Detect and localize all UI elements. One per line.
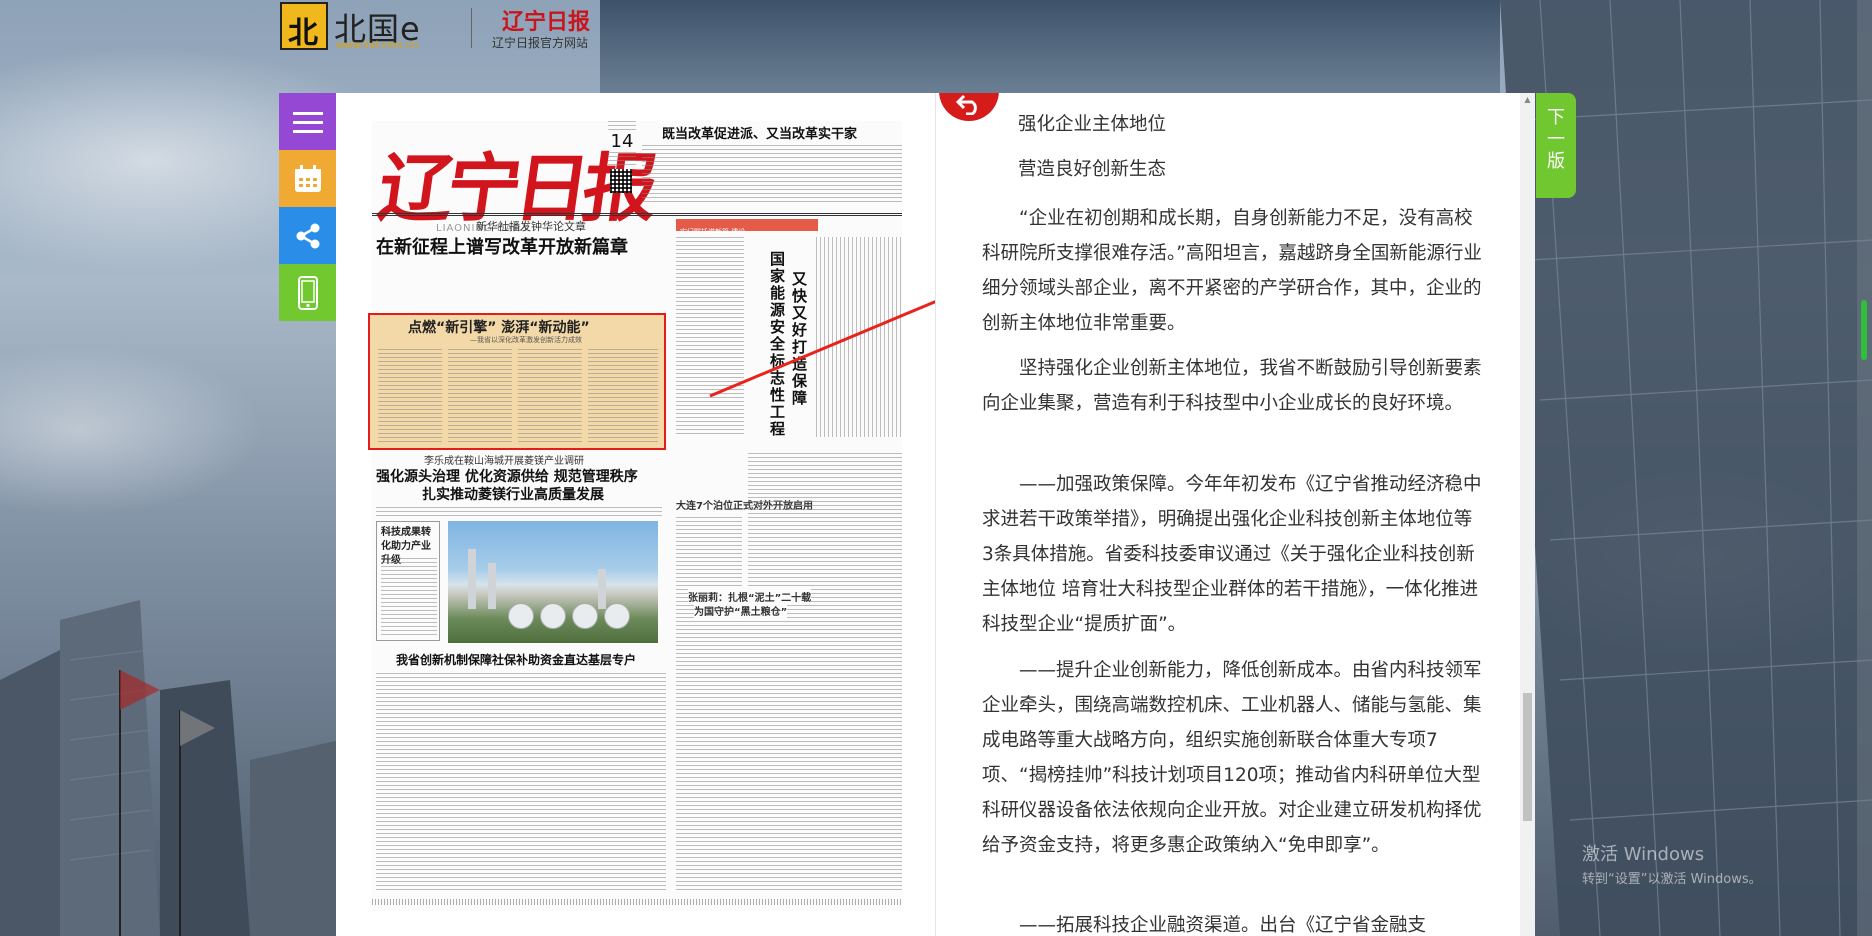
- next-edition-label: 下: [1547, 107, 1565, 128]
- watermark-line-1: 激活 Windows: [1582, 844, 1705, 865]
- article-headline[interactable]: 我省创新机制保障社保补助资金直达基层专户: [396, 651, 636, 668]
- article-text-block: [816, 237, 902, 437]
- sidebar-article-box[interactable]: 科技成果转化助力产业升级: [376, 521, 440, 641]
- paper-logo[interactable]: 辽宁日报: [502, 4, 590, 36]
- qr-code-icon: [610, 169, 632, 193]
- site-logo-url: www.lnd.com.cn: [336, 40, 418, 51]
- site-logo-mark[interactable]: 北: [280, 2, 328, 51]
- article-kicker: 李乐成在鞍山海城开展菱镁产业调研: [424, 456, 584, 467]
- section-banner: 牢记嘱托谱新篇 建设: [676, 219, 818, 236]
- article-headline[interactable]: 在新征程上谱写改革开放新篇章: [376, 233, 628, 259]
- article-paragraph: ——拓展科技企业融资渠道。出台《辽宁省金融支: [1019, 915, 1427, 936]
- article-headline[interactable]: 既当改革促进派、又当改革实干家: [662, 123, 857, 142]
- issue-day: 14: [610, 131, 634, 152]
- reader-scrollbar[interactable]: ▲: [1520, 93, 1535, 936]
- menu-icon: [292, 111, 323, 133]
- highlighted-article[interactable]: 点燃“新引擎” 澎湃“新动能” —我省以深化改革激发创新活力成效: [368, 313, 666, 450]
- article-text-block: [676, 621, 902, 891]
- article-subheading: 营造良好创新生态: [1018, 159, 1167, 180]
- tool-sidebar: [279, 93, 336, 321]
- share-icon: [296, 223, 319, 248]
- next-edition-button[interactable]: 下 一 版: [1536, 93, 1576, 198]
- share-button[interactable]: [279, 207, 336, 264]
- article-paragraph: “企业在初创期和成长期，自身创新能力不足，没有高校科研院所支撑很难存活。”高阳坦…: [982, 208, 1482, 334]
- scrollbar-thumb[interactable]: [1523, 693, 1532, 821]
- window-scrollbar-thumb[interactable]: [1861, 300, 1867, 360]
- logo-divider: [471, 8, 472, 48]
- newspaper-page-image: 辽宁日报 LIAONING DAILY 14 既当改革促进派、又当改革实干家 新…: [368, 121, 902, 911]
- back-button[interactable]: [939, 93, 999, 121]
- paper-logo-subtitle: 辽宁日报官方网站: [492, 36, 589, 50]
- next-edition-label: 版: [1547, 151, 1565, 172]
- calendar-button[interactable]: [279, 150, 336, 207]
- article-text-block: [376, 507, 662, 517]
- rule-line: [372, 215, 902, 216]
- page-footer: [372, 899, 902, 905]
- article-paragraph: 坚持强化企业创新主体地位，我省不断鼓励引导创新要素向企业集聚，营造有利于科技型中…: [982, 358, 1482, 414]
- article-text-block: [448, 349, 512, 443]
- windows-activation-watermark: 激活 Windows 转到“设置”以激活 Windows。: [1582, 840, 1762, 887]
- background-building-top: [600, 0, 1500, 95]
- rule-line: [372, 213, 902, 214]
- article-text-block: [642, 145, 902, 205]
- article-text-block: [676, 237, 744, 437]
- article-headline[interactable]: 强化源头治理 优化资源供给 规范管理秩序: [376, 466, 638, 486]
- article-paragraph: ——加强政策保障。今年年初发布《辽宁省推动经济稳中求进若干政策举措》，明确提出强…: [982, 474, 1482, 635]
- article-headline-vertical[interactable]: 又快又好打造保障: [792, 271, 810, 407]
- article-text-block: [381, 558, 437, 638]
- site-header: 北 北国e www.lnd.com.cn 辽宁日报 辽宁日报官方网站: [280, 0, 620, 56]
- article-headline[interactable]: 扎实推动菱镁行业高质量发展: [422, 484, 604, 504]
- reader-divider: [935, 93, 936, 936]
- article-kicker: 新华社播发钟华论文章: [476, 220, 586, 233]
- article-text-block: [376, 673, 666, 891]
- watermark-line-2: 转到“设置”以激活 Windows。: [1582, 872, 1762, 887]
- article-text-block: [378, 349, 442, 443]
- article-reader-panel[interactable]: 强化企业主体地位 营造良好创新生态 “企业在初创期和成长期，自身创新能力不足，没…: [935, 93, 1535, 936]
- article-paragraph: ——提升企业创新能力，降低创新成本。由省内科技领军企业牵头，围绕高端数控机床、工…: [982, 660, 1482, 856]
- article-headline-vertical[interactable]: 国家能源安全标志性工程: [770, 251, 788, 438]
- issue-date: 14: [608, 121, 636, 166]
- section-banner-text: 牢记嘱托谱新篇 建设: [680, 228, 746, 236]
- mobile-icon: [297, 275, 318, 310]
- menu-button[interactable]: [279, 93, 336, 150]
- logo-mark-glyph: 北: [288, 16, 318, 51]
- article-headline: 为国守护“黑土粮仓”: [694, 603, 788, 618]
- next-edition-label: 一: [1547, 129, 1565, 150]
- back-arrow-icon: [956, 94, 977, 115]
- background-buildings-left: [0, 600, 340, 936]
- article-subheading: 强化企业主体地位: [1018, 114, 1167, 135]
- mobile-button[interactable]: [279, 264, 336, 321]
- highlighted-article-title: 点燃“新引擎” 澎湃“新动能”: [408, 320, 590, 336]
- newspaper-page[interactable]: 辽宁日报 LIAONING DAILY 14 既当改革促进派、又当改革实干家 新…: [336, 93, 936, 936]
- window-scrollbar[interactable]: [1857, 0, 1872, 936]
- scroll-up-arrow-icon[interactable]: ▲: [1520, 93, 1535, 107]
- article-headline[interactable]: 张丽莉：扎根“泥土”二十载: [688, 589, 812, 604]
- news-photo[interactable]: [448, 521, 658, 643]
- article-text-block: [518, 349, 582, 443]
- calendar-icon: [294, 164, 321, 192]
- highlighted-article-subtitle: —我省以深化改革激发创新活力成效: [470, 336, 582, 344]
- article-text-block: [588, 349, 658, 443]
